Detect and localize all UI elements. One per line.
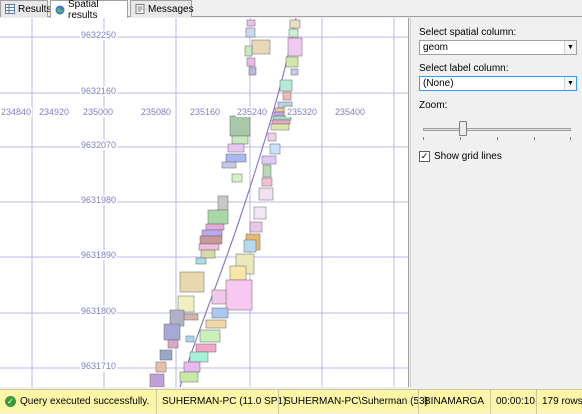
zoom-tick	[497, 137, 498, 140]
y-axis-label: 9631710	[80, 361, 118, 371]
tab-results-label: Results	[18, 3, 52, 15]
x-axis-label: 235160	[189, 107, 222, 117]
globe-icon	[55, 5, 65, 15]
status-server: SUHERMAN-PC (11.0 SP1)	[156, 389, 286, 414]
zoom-tick	[423, 137, 424, 140]
tab-messages[interactable]: Messages	[130, 0, 194, 17]
tab-spatial-results-label: Spatial results	[68, 0, 99, 21]
x-axis-label: 235240	[236, 107, 269, 117]
tab-messages-label: Messages	[148, 3, 194, 15]
y-axis-label: 9631980	[80, 195, 118, 205]
checkbox-check-icon[interactable]: ✓	[419, 151, 430, 162]
spatial-column-label: Select spatial column:	[419, 27, 517, 38]
spatial-results-window: Results Spatial results Messages 234840 …	[0, 0, 582, 414]
chevron-down-icon[interactable]: ▼	[564, 77, 576, 90]
tab-spatial-results[interactable]: Spatial results	[50, 0, 128, 21]
status-elapsed: 00:00:10	[490, 389, 536, 414]
map-drawing	[0, 18, 408, 387]
zoom-slider-thumb[interactable]	[459, 121, 467, 136]
messages-icon	[135, 4, 145, 14]
status-elapsed-text: 00:00:10	[496, 396, 535, 407]
status-user-text: SUHERMAN-PC\Suherman (53)	[284, 396, 428, 407]
x-axis-label: 235080	[140, 107, 173, 117]
status-user: SUHERMAN-PC\Suherman (53)	[278, 389, 428, 414]
show-grid-lines-checkbox[interactable]: ✓ Show grid lines	[419, 151, 502, 162]
zoom-tick	[460, 137, 461, 140]
status-message: ✓ Query executed successfully.	[0, 390, 156, 414]
status-rows: 179 rows	[536, 389, 582, 414]
success-check-icon: ✓	[5, 396, 16, 407]
status-database-text: BINAMARGA	[424, 396, 485, 407]
zoom-slider-track	[423, 128, 571, 131]
y-axis-label: 9632070	[80, 140, 118, 150]
zoom-tick	[534, 137, 535, 140]
y-axis-label: 9632160	[80, 86, 118, 96]
results-tab-bar: Results Spatial results Messages	[0, 0, 582, 21]
spatial-options-panel: Select spatial column: geom ▼ Select lab…	[410, 18, 582, 387]
status-bar: ✓ Query executed successfully. SUHERMAN-…	[0, 389, 582, 414]
status-server-text: SUHERMAN-PC (11.0 SP1)	[162, 396, 287, 407]
spatial-map-canvas[interactable]: 234840 234920 235000 235080 235160 23524…	[0, 18, 409, 387]
x-axis-label: 235000	[82, 107, 115, 117]
show-grid-lines-label: Show grid lines	[434, 151, 502, 162]
x-axis-label: 235320	[286, 107, 319, 117]
zoom-slider[interactable]	[423, 118, 571, 140]
chevron-down-icon[interactable]: ▼	[564, 41, 576, 54]
y-axis-label: 9631800	[80, 306, 118, 316]
spatial-column-select[interactable]: geom ▼	[419, 40, 577, 55]
x-axis-label: 235400	[334, 107, 367, 117]
zoom-tick	[570, 137, 571, 140]
y-axis-label: 9632250	[80, 30, 118, 40]
x-axis-label: 234920	[38, 107, 71, 117]
label-column-select[interactable]: (None) ▼	[419, 76, 577, 91]
zoom-label: Zoom:	[419, 100, 448, 111]
y-axis-label: 9631890	[80, 250, 118, 260]
grid-icon	[5, 4, 15, 14]
status-message-text: Query executed successfully.	[20, 396, 150, 407]
tab-results[interactable]: Results	[0, 0, 52, 17]
label-column-value: (None)	[423, 78, 454, 89]
label-column-label: Select label column:	[419, 63, 509, 74]
x-axis-label: 234840	[0, 107, 33, 117]
status-rows-text: 179 rows	[542, 396, 582, 407]
spatial-column-value: geom	[423, 42, 449, 53]
status-database: BINAMARGA	[418, 389, 490, 414]
